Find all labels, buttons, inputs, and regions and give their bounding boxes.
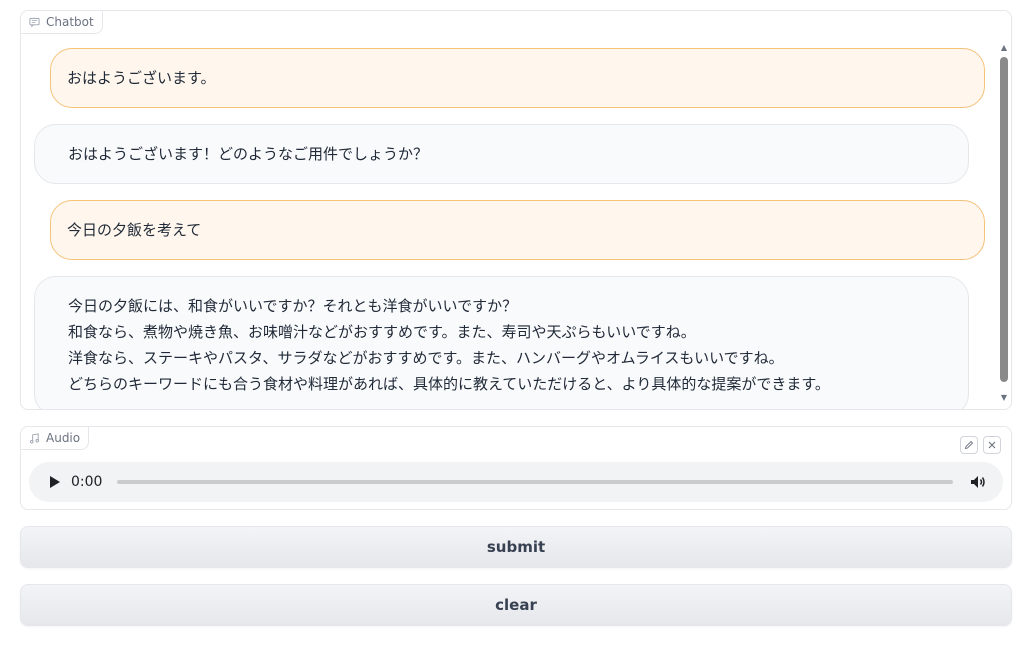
chatbot-panel: Chatbot おはようございます。 おはようございます！どのようなご用件でしょ… [20,10,1012,410]
audio-progress-track[interactable] [117,480,953,484]
chatbot-label-text: Chatbot [46,15,94,29]
message-line: 今日の夕飯には、和食がいいですか？それとも洋食がいいですか？ [68,297,518,315]
audio-panel: Audio 0:00 [20,426,1012,510]
chatbot-label: Chatbot [21,11,103,34]
edit-button[interactable] [960,436,978,454]
audio-tools [960,436,1001,454]
play-icon[interactable] [49,475,61,489]
scroll-up-icon[interactable]: ▲ [1000,43,1008,53]
message-text: おはようございます。 [67,69,216,87]
scroll-thumb[interactable] [1000,57,1008,382]
pencil-icon [964,440,974,450]
message-text: 今日の夕飯を考えて [67,221,202,239]
user-message: おはようございます。 [50,48,985,108]
close-icon [988,441,996,449]
audio-player: 0:00 [29,462,1003,502]
submit-button[interactable]: submit [20,526,1012,568]
bot-message: おはようございます！どのようなご用件でしょうか？ [34,124,969,184]
audio-time: 0:00 [71,474,103,490]
user-message: 今日の夕飯を考えて [50,200,985,260]
bot-message: 今日の夕飯には、和食がいいですか？それとも洋食がいいですか？ 和食なら、煮物や焼… [34,276,969,409]
message-line: 和食なら、煮物や焼き魚、お味噌汁などがおすすめです。また、寿司や天ぷらもいいです… [68,323,696,341]
audio-label: Audio [20,426,90,450]
chat-scrollbar[interactable]: ▲ ▼ [1000,43,1008,403]
chat-icon [29,17,40,28]
audio-label-text: Audio [46,431,81,445]
message-line: どちらのキーワードにも合う食材や料理があれば、具体的に教えていただけると、より具… [68,375,830,393]
scroll-down-icon[interactable]: ▼ [1000,393,1008,403]
message-line: 洋食なら、ステーキやパスタ、サラダなどがおすすめです。また、ハンバーグやオムライ… [68,349,784,367]
clear-audio-button[interactable] [983,436,1001,454]
music-note-icon [30,432,39,443]
clear-button[interactable]: clear [20,584,1012,626]
volume-icon[interactable] [969,473,987,491]
message-text: おはようございます！どのようなご用件でしょうか？ [68,145,429,163]
